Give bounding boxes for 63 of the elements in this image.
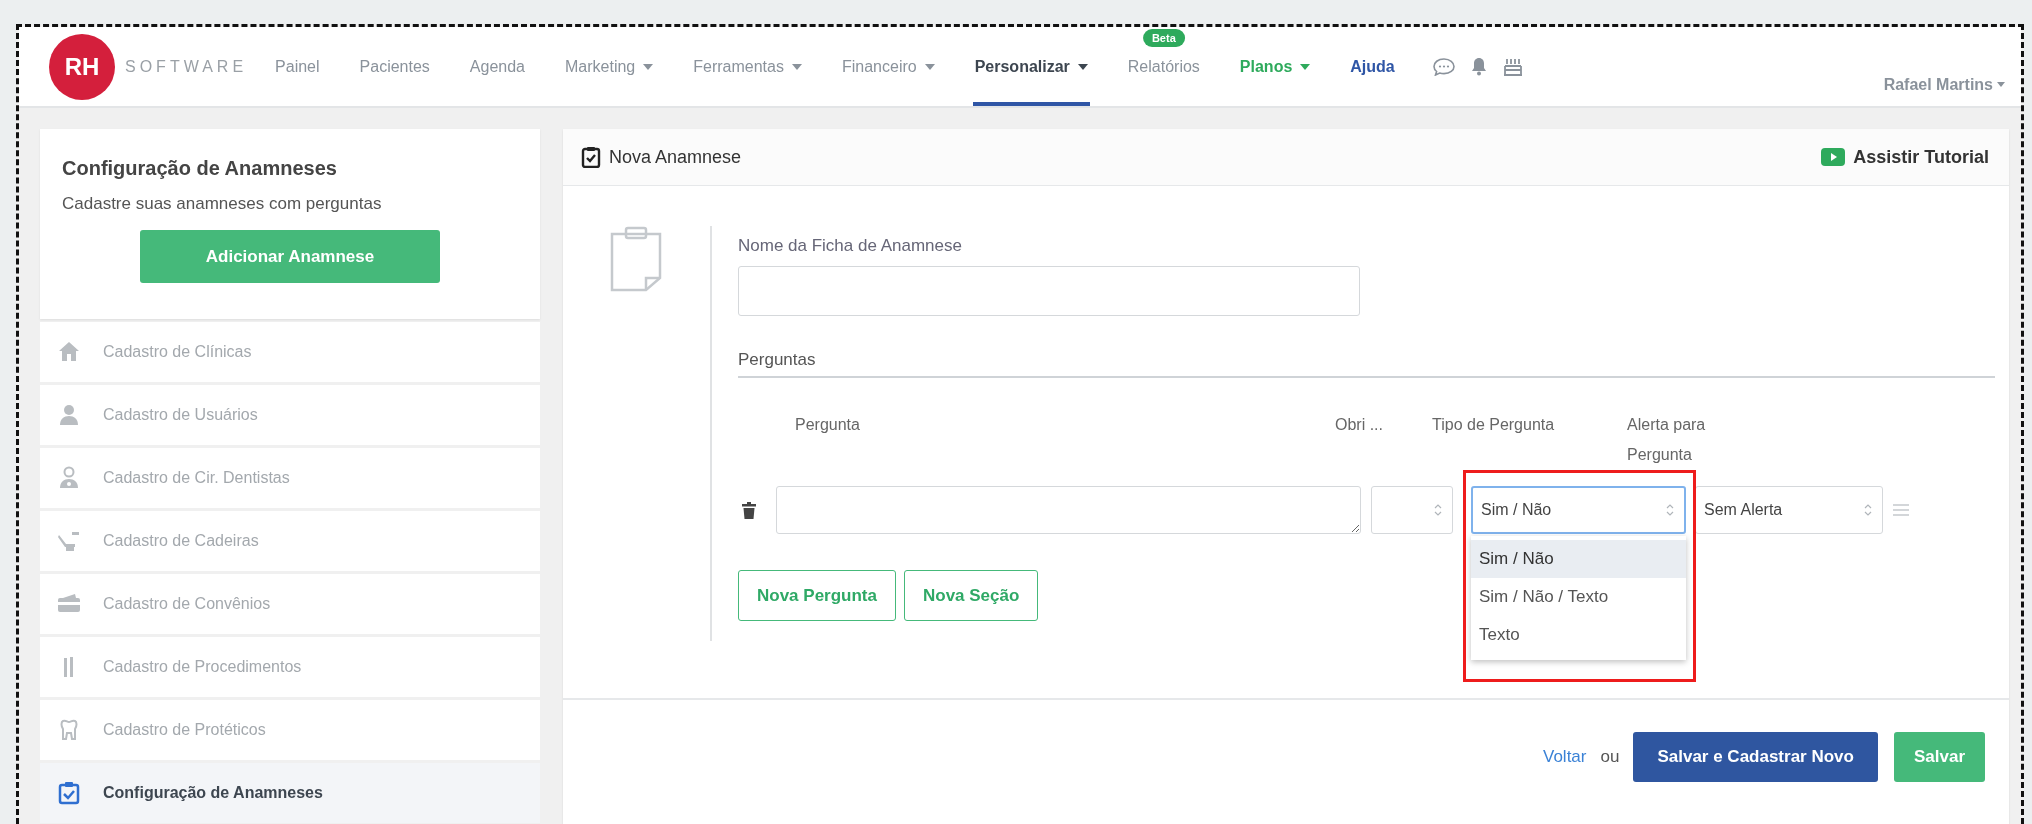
spinner-icon [1434,503,1442,517]
nav-link[interactable]: Agenda [467,27,527,106]
column-header: Alerta para Pergunta [1627,415,1707,465]
column-header: Tipo de Pergunta [1432,415,1556,435]
column-header: Pergunta [795,415,861,435]
sidebar-item[interactable]: Cadastro de Usuários [40,385,540,445]
user-icon [57,466,81,490]
nav-link[interactable]: Ferramentas [691,27,804,106]
sidebar-item[interactable]: Cadastro de Convênios [40,574,540,634]
column-header: Obri ... [1335,415,1384,435]
nav-link[interactable]: Financeiro [839,27,937,106]
nav-link[interactable]: Beta Relatórios [1125,27,1202,106]
input-field[interactable] [738,266,1360,316]
beta-badge: Beta [1142,29,1185,47]
document-icon [608,226,664,292]
field-label: Nome da Ficha de Anamnese [738,236,963,256]
add-anamnesis-button[interactable]: Adicionar Anamnese [140,230,440,283]
drag-handle-icon[interactable] [1893,504,1909,516]
sidebar-item[interactable]: Cadastro de Cadeiras [40,511,540,571]
nav-link[interactable]: Planos [1237,27,1313,106]
nav-link[interactable]: Pacientes [357,27,432,106]
cake-icon[interactable] [1502,56,1523,77]
nav-link[interactable]: Painel [273,27,322,106]
chair-icon [57,529,81,553]
add-button[interactable]: Nova Seção [904,570,1039,621]
card-title: Nova Anamnese [609,146,742,168]
dropdown-option[interactable]: Sim / Não [1471,540,1686,578]
sidebar-item[interactable]: Cadastro de Protéticos [40,700,540,760]
user-menu[interactable]: Rafael Martins [1883,76,1993,94]
sidebar-description: Cadastre suas anamneses com perguntas [62,194,383,214]
sidebar-item[interactable]: Configuração de Anamneses [40,763,540,823]
tutorial-link[interactable]: Assistir Tutorial [1821,146,1989,168]
sidebar-title: Configuração de Anamneses [62,157,338,180]
brand-name: SOFTWARE [125,57,248,76]
sidebar-item[interactable]: Cadastro de Procedimentos [40,637,540,697]
sidebar-item[interactable]: Cadastro de Cir. Dentistas [40,448,540,508]
trash-icon[interactable] [742,501,756,519]
section-title: Perguntas [738,350,1995,378]
or-text: ou [1600,747,1620,767]
nav-link[interactable]: Ajuda [1348,27,1397,106]
question-field[interactable] [776,486,1361,534]
save-button[interactable]: Salvar [1893,732,1985,782]
sidebar-item[interactable]: Cadastro de Clínicas [40,322,540,382]
logo[interactable]: RH [49,33,115,100]
add-button[interactable]: Nova Pergunta [738,570,896,621]
play-icon [1821,148,1846,166]
dropdown-option[interactable]: Sim / Não / Texto [1471,578,1686,616]
question-type-select[interactable]: Sim / Não [1471,486,1686,534]
save-and-new-button[interactable]: Salvar e Cadastrar Novo [1633,732,1878,782]
clipboard-icon [581,146,601,168]
spinner-icon [1666,503,1674,517]
user-icon [57,403,81,427]
alert-select[interactable]: Sem Alerta [1695,486,1883,534]
spinner-icon [1864,503,1872,517]
bell-icon[interactable] [1470,57,1487,76]
dropdown-option[interactable]: Texto [1471,616,1686,654]
clipboard-icon [57,781,81,805]
nav-link[interactable]: Marketing [563,27,656,106]
house-icon [57,340,81,364]
caret-icon[interactable] [1997,82,2005,87]
chat-icon[interactable] [1432,57,1455,76]
nav-link[interactable]: Personalizar [972,27,1090,106]
back-link[interactable]: Voltar [1543,747,1587,767]
